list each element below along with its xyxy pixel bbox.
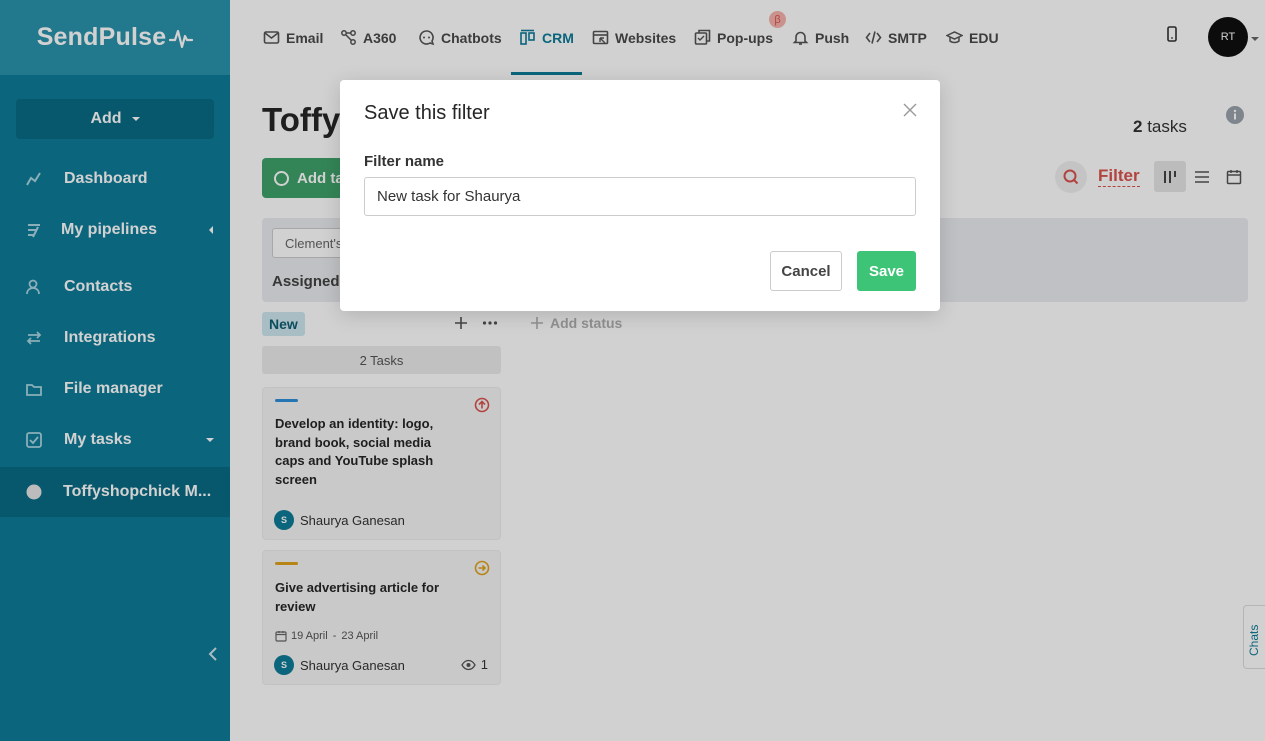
cancel-button[interactable]: Cancel: [770, 251, 842, 291]
close-icon[interactable]: [902, 102, 918, 118]
filter-name-input[interactable]: [364, 177, 916, 216]
filter-name-label: Filter name: [364, 153, 445, 170]
save-button[interactable]: Save: [857, 251, 916, 291]
save-filter-modal: Save this filter Filter name Cancel Save: [340, 80, 940, 311]
modal-title: Save this filter: [364, 102, 490, 124]
